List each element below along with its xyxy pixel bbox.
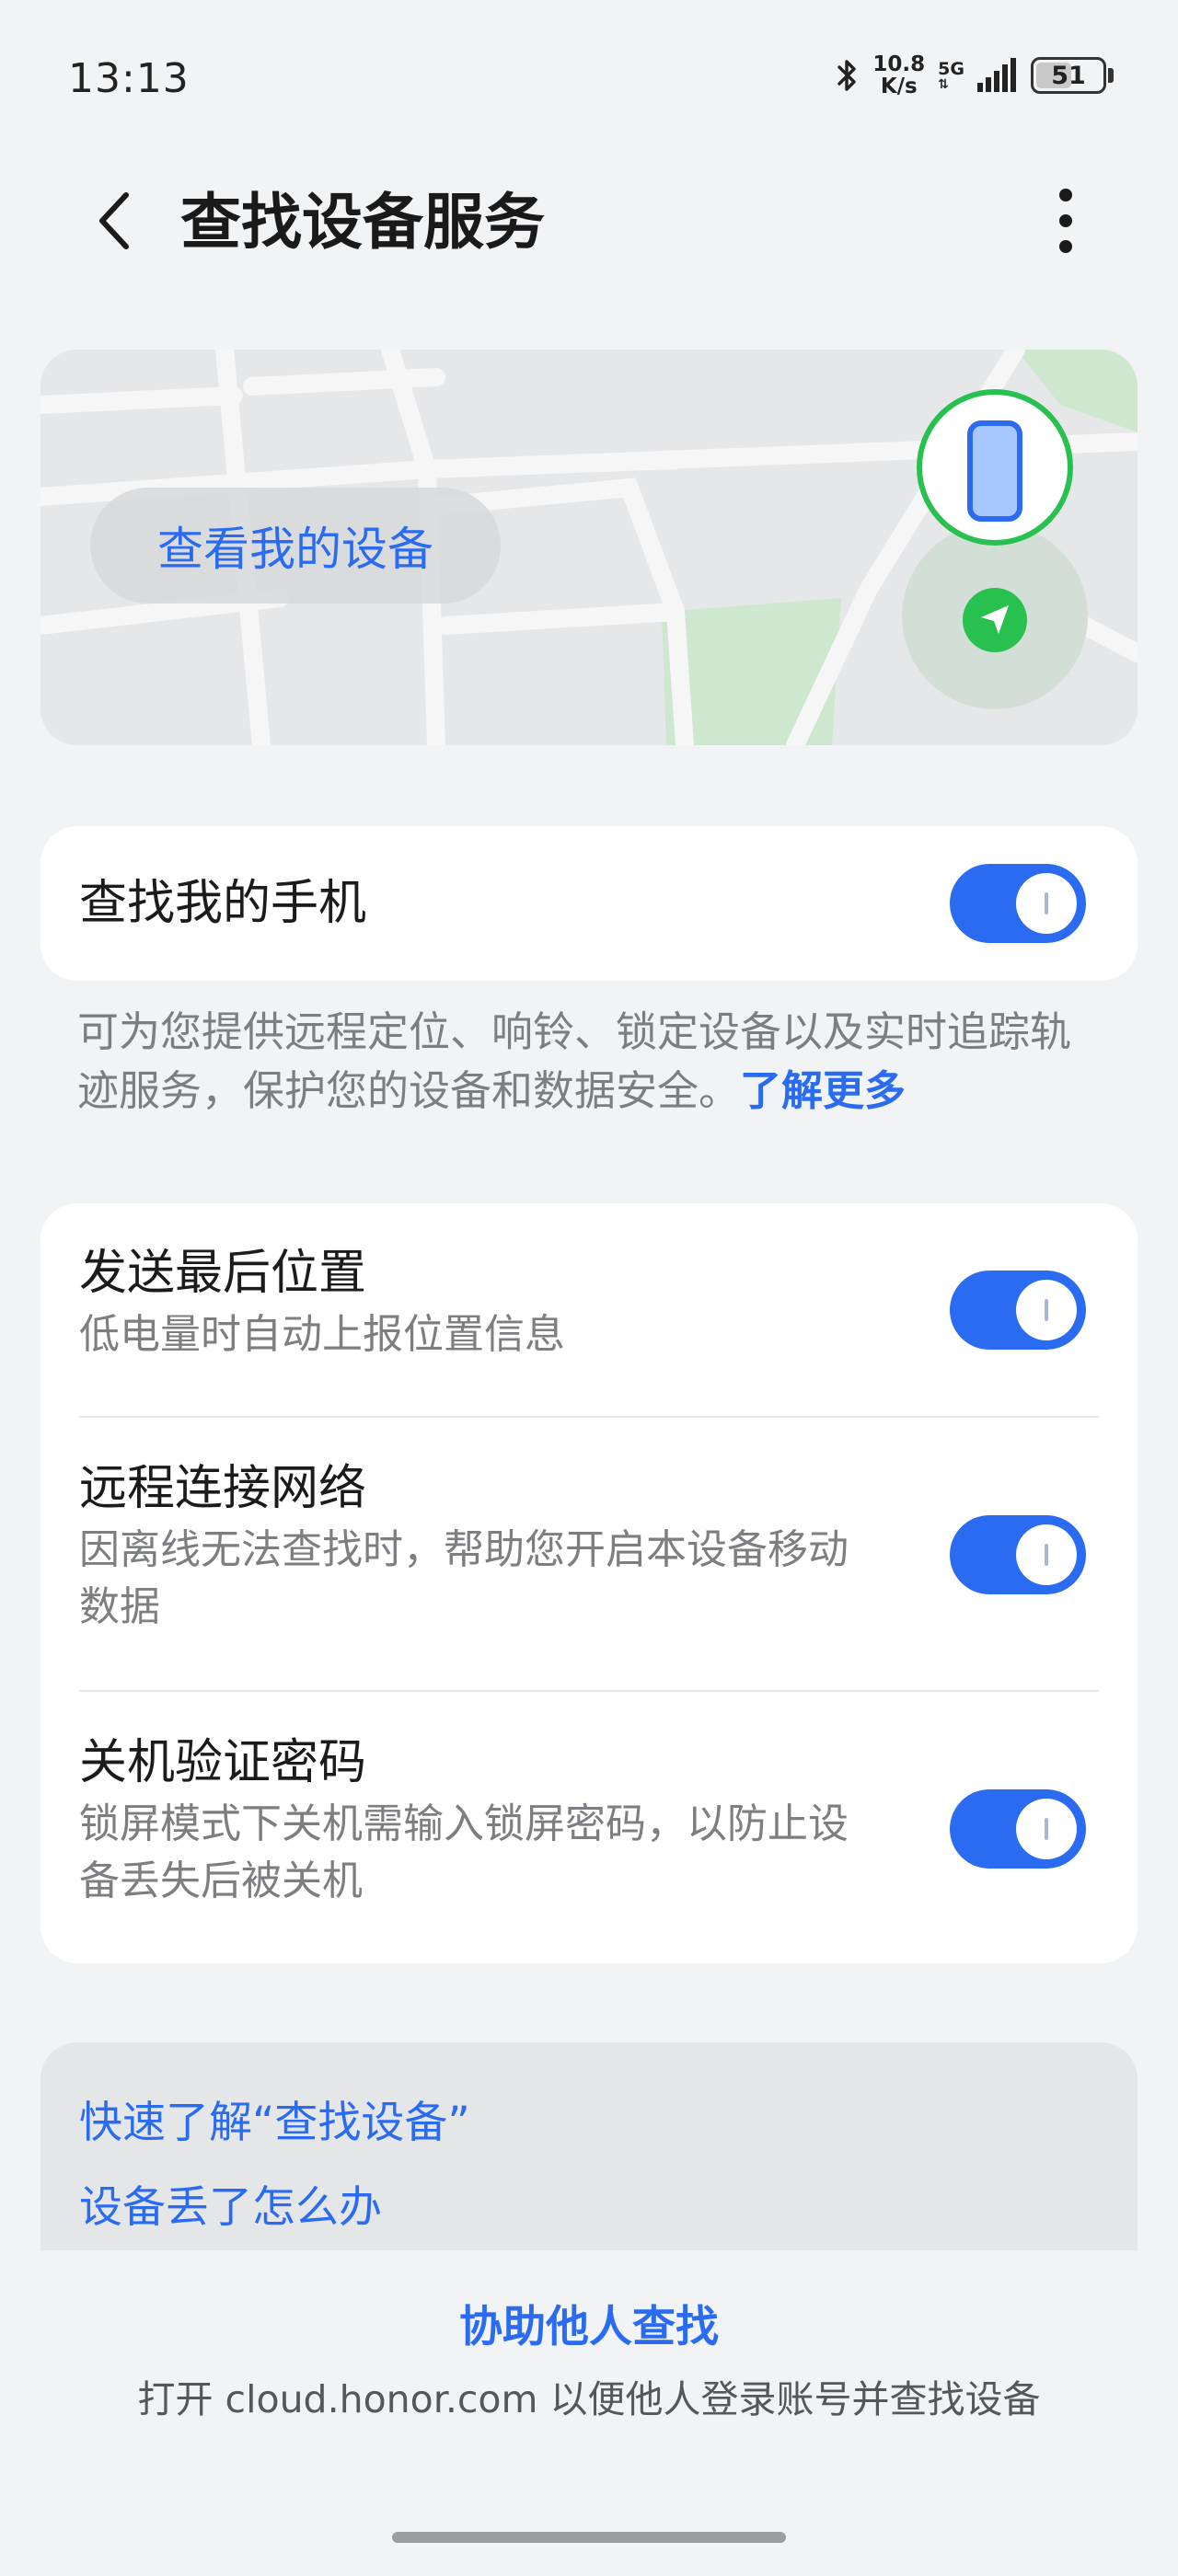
network-speed: 10.8 K/s [872,52,926,98]
find-phone-description: 可为您提供远程定位、响铃、锁定设备以及实时追踪轨迹服务，保护您的设备和数据安全。… [77,1003,1099,1121]
setting-title: 发送最后位置 [79,1246,367,1301]
setting-title: 关机验证密码 [79,1735,367,1790]
setting-title: 远程连接网络 [79,1461,367,1516]
page-title: 查找设备服务 [180,187,545,258]
home-indicator[interactable] [392,2532,786,2543]
view-my-device-button[interactable]: 查看我的设备 [90,488,501,604]
device-lost-link[interactable]: 设备丢了怎么办 [79,2180,382,2236]
back-button[interactable] [83,184,147,258]
toggle-knob [1016,1524,1077,1585]
settings-card: 发送最后位置 低电量时自动上报位置信息 远程连接网络 因离线无法查找时，帮助您开… [40,1203,1138,1963]
setting-subtitle: 因离线无法查找时，帮助您开启本设备移动数据 [79,1526,849,1630]
back-arrow-icon [99,192,129,249]
toggle-knob [1016,1799,1077,1859]
battery-icon: 51 [1031,57,1106,94]
send-last-location-toggle[interactable] [950,1271,1086,1350]
setting-subtitle: 锁屏模式下关机需输入锁屏密码，以防止设备丢失后被关机 [79,1800,849,1904]
assist-others-description: 打开 cloud.honor.com 以便他人登录账号并查找设备 [137,2377,1041,2421]
status-time: 13:13 [68,55,190,102]
find-my-phone-toggle[interactable] [950,864,1086,943]
setting-subtitle: 低电量时自动上报位置信息 [79,1311,565,1358]
remote-network-toggle[interactable] [950,1515,1086,1594]
toggle-knob [1016,873,1077,934]
more-vertical-icon [1059,189,1072,253]
assist-others-link[interactable]: 协助他人查找 [0,2300,1178,2355]
device-map-card[interactable]: 查看我的设备 [40,350,1138,745]
device-location-marker [902,389,1088,709]
find-my-phone-card: 查找我的手机 [40,826,1138,981]
find-my-phone-label: 查找我的手机 [79,876,367,931]
network-type: 5G ⇅ [938,59,964,92]
quick-learn-link[interactable]: 快速了解“查找设备” [79,2096,470,2151]
bluetooth-icon [837,60,857,91]
divider [79,1690,1099,1692]
shutdown-password-toggle[interactable] [950,1789,1086,1869]
description-text: 可为您提供远程定位、响铃、锁定设备以及实时追踪轨迹服务，保护您的设备和数据安全。 [77,1007,1072,1115]
status-bar: 13:13 10.8 K/s 5G ⇅ 51 [0,0,1178,147]
learn-more-link[interactable]: 了解更多 [740,1066,906,1115]
header: 查找设备服务 [0,166,1178,276]
toggle-knob [1016,1280,1077,1340]
divider [79,1416,1099,1418]
more-options-button[interactable] [1038,184,1093,258]
status-icons: 10.8 K/s 5G ⇅ 51 [836,53,1114,98]
help-links-card: 快速了解“查找设备” 设备丢了怎么办 [40,2042,1138,2250]
signal-icon [977,58,1016,92]
battery-tip [1108,68,1114,83]
